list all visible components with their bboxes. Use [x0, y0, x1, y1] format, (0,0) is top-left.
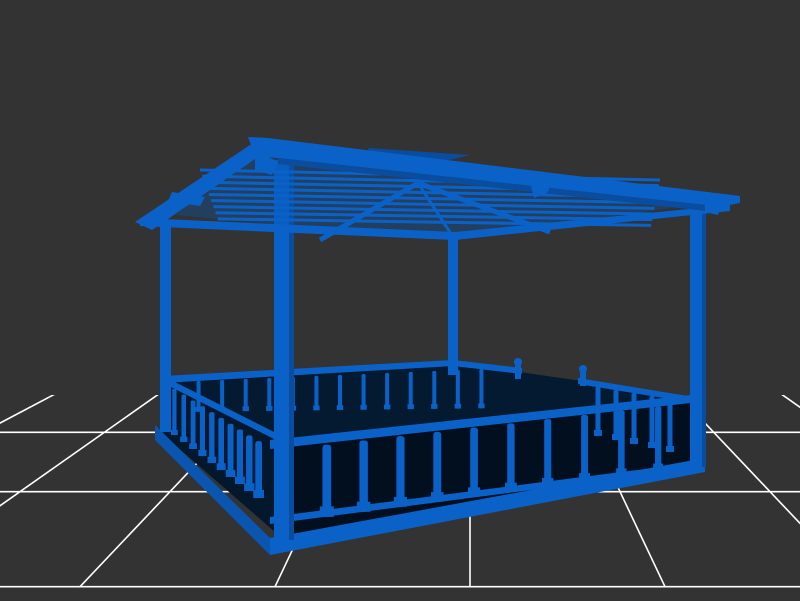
railing-baluster	[227, 423, 234, 477]
railing-baluster	[181, 394, 186, 442]
baluster-base	[360, 404, 367, 410]
railing-baluster	[433, 431, 442, 502]
baluster-base	[478, 403, 485, 409]
baluster-base	[630, 438, 638, 444]
railing-baluster	[581, 414, 588, 482]
railing-baluster	[544, 419, 552, 487]
baluster-base	[648, 442, 656, 448]
baluster-base	[218, 406, 226, 412]
railing-baluster	[267, 378, 272, 411]
post-front-right-shade	[702, 205, 706, 467]
baluster-base	[189, 443, 197, 449]
railing-baluster	[618, 410, 625, 477]
baluster-base	[207, 456, 217, 463]
railing-baluster	[396, 436, 405, 507]
baluster-base	[336, 405, 344, 410]
railing-baluster	[408, 372, 413, 410]
railing-baluster	[359, 440, 368, 512]
baluster-base	[244, 483, 255, 491]
railing-baluster	[246, 435, 253, 491]
baluster-base	[356, 501, 371, 512]
railing-baluster	[190, 400, 196, 449]
post-back-left	[160, 222, 171, 432]
baluster-base	[505, 482, 517, 492]
3d-scene[interactable]	[0, 0, 800, 601]
post-back-right	[448, 235, 458, 375]
baluster-base	[198, 449, 207, 456]
baluster-base	[430, 492, 444, 502]
baluster-base	[393, 496, 407, 507]
railing-baluster	[218, 417, 224, 470]
railing-baluster	[432, 371, 437, 409]
railing-baluster	[255, 441, 262, 498]
baluster-base	[234, 476, 245, 484]
baluster-base	[313, 405, 320, 411]
baluster-base	[653, 463, 664, 472]
railing-baluster	[338, 375, 342, 410]
baluster-base	[542, 477, 554, 487]
baluster-base	[467, 487, 481, 497]
railing-baluster	[470, 427, 478, 497]
railing-baluster	[199, 406, 205, 456]
railing-baluster	[172, 388, 177, 435]
railing-baluster	[243, 379, 248, 412]
baluster-base	[266, 406, 273, 411]
railing-baluster	[314, 376, 319, 411]
railing-baluster	[385, 373, 390, 410]
baluster-base	[170, 429, 178, 435]
railing-baluster	[507, 423, 515, 492]
railing-baluster	[667, 399, 673, 452]
baluster-base	[579, 473, 590, 482]
railing-baluster	[209, 412, 215, 463]
baluster-base	[216, 463, 226, 470]
railing-baluster	[455, 370, 460, 409]
baluster-base	[407, 404, 414, 410]
railing-baluster	[631, 393, 637, 444]
baluster-base	[319, 506, 334, 517]
railing-baluster	[361, 374, 366, 410]
railing-baluster	[236, 429, 243, 484]
railing-baluster	[613, 390, 619, 440]
railing-baluster	[655, 406, 662, 472]
baluster-base	[454, 403, 462, 409]
baluster-base	[431, 404, 438, 409]
baluster-base	[225, 469, 236, 477]
railing-baluster	[322, 444, 332, 517]
baluster-base	[383, 404, 391, 410]
baluster-base	[180, 436, 188, 442]
baluster-base	[253, 489, 265, 498]
railing-baluster	[479, 369, 484, 409]
baluster-base	[616, 468, 627, 477]
baluster-base	[242, 406, 249, 412]
baluster-base	[666, 446, 674, 452]
baluster-base	[594, 430, 602, 436]
3d-viewport[interactable]	[0, 0, 800, 601]
